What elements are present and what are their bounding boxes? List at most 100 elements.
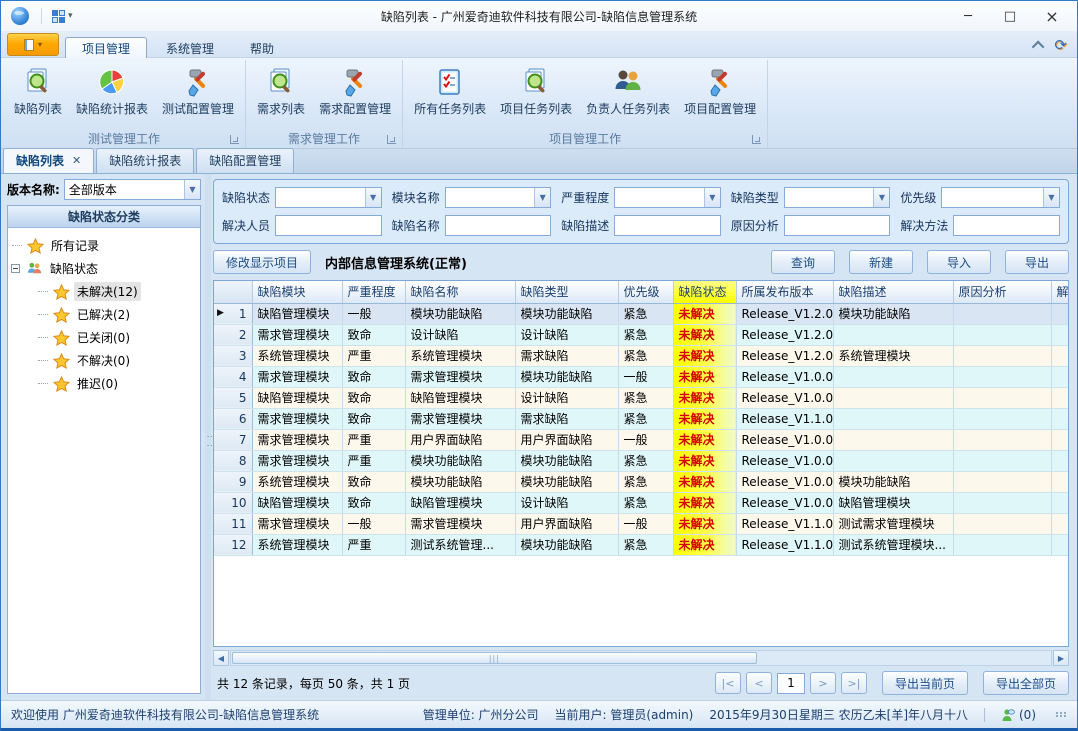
table-row[interactable]: 2需求管理模块致命设计缺陷设计缺陷紧急未解决Release_V1.2.0 — [214, 324, 1069, 345]
column-header-5[interactable]: 缺陷状态 — [673, 281, 736, 303]
table-row[interactable]: 11需求管理模块一般需求管理模块用户界面缺陷一般未解决Release_V1.1.… — [214, 513, 1069, 534]
tree-node-0[interactable]: 所有记录 — [10, 234, 198, 257]
table-row[interactable]: 12系统管理模块严重测试系统管理...模块功能缺陷紧急未解决Release_V1… — [214, 534, 1069, 555]
version-combobox[interactable]: 全部版本 ▼ — [64, 179, 201, 200]
quick-access-toolbar[interactable]: ▾ — [48, 8, 77, 25]
column-header-9[interactable]: 解决方法 — [1051, 281, 1069, 303]
table-row[interactable]: 8需求管理模块严重模块功能缺陷模块功能缺陷紧急未解决Release_V1.0.0 — [214, 450, 1069, 471]
ribbon-button[interactable]: 需求配置管理 — [312, 62, 398, 119]
chevron-down-icon[interactable]: ▼ — [704, 188, 720, 207]
filter-text-input[interactable] — [446, 188, 535, 207]
page-number-input[interactable] — [777, 673, 805, 694]
table-row[interactable]: 7需求管理模块严重用户界面缺陷用户界面缺陷一般未解决Release_V1.0.0 — [214, 429, 1069, 450]
scroll-left-icon[interactable]: ◀ — [213, 650, 229, 666]
chevron-down-icon[interactable]: ▼ — [365, 188, 381, 207]
filter-input[interactable] — [953, 215, 1060, 236]
filter-combobox[interactable]: ▼ — [614, 187, 721, 208]
dialog-launcher-icon[interactable] — [752, 135, 761, 144]
app-menu-button[interactable]: ▾ — [7, 33, 59, 56]
filter-combobox[interactable]: ▼ — [275, 187, 382, 208]
first-page-button[interactable]: |< — [715, 672, 741, 694]
tree-node-5[interactable]: 不解决(0) — [10, 349, 198, 372]
filter-text-input[interactable] — [446, 216, 551, 235]
chevron-down-icon[interactable]: ▼ — [534, 188, 550, 207]
column-header-1[interactable]: 严重程度 — [342, 281, 405, 303]
table-row[interactable]: 9系统管理模块致命模块功能缺陷模块功能缺陷紧急未解决Release_V1.0.0… — [214, 471, 1069, 492]
refresh-icon[interactable]: ⟳ — [1054, 38, 1067, 53]
table-row[interactable]: 4需求管理模块致命需求管理模块模块功能缺陷一般未解决Release_V1.0.0 — [214, 366, 1069, 387]
new-button[interactable]: 新建 — [849, 250, 913, 274]
filter-input[interactable] — [275, 215, 382, 236]
modify-columns-button[interactable]: 修改显示项目 — [213, 250, 311, 274]
export-current-page-button[interactable]: 导出当前页 — [882, 671, 968, 695]
import-button[interactable]: 导入 — [927, 250, 991, 274]
ribbon-button[interactable]: 需求列表 — [250, 62, 312, 119]
dialog-launcher-icon[interactable] — [387, 135, 396, 144]
collapse-ribbon-icon[interactable] — [1032, 41, 1045, 54]
tree-node-1[interactable]: 缺陷状态 — [10, 257, 198, 280]
ribbon-button[interactable]: 缺陷列表 — [7, 62, 69, 119]
ribbon-button[interactable]: 所有任务列表 — [407, 62, 493, 119]
table-row[interactable]: 10缺陷管理模块致命缺陷管理模块设计缺陷紧急未解决Release_V1.0.0缺… — [214, 492, 1069, 513]
table-row[interactable]: ▶1缺陷管理模块一般模块功能缺陷模块功能缺陷紧急未解决Release_V1.2.… — [214, 303, 1069, 324]
query-button[interactable]: 查询 — [771, 250, 835, 274]
doc-tab-1[interactable]: 缺陷统计报表 — [96, 148, 194, 173]
dialog-launcher-icon[interactable] — [230, 135, 239, 144]
filter-text-input[interactable] — [942, 188, 1043, 207]
tree-node-4[interactable]: 已关闭(0) — [10, 326, 198, 349]
ribbon-button[interactable]: 项目任务列表 — [493, 62, 579, 119]
collapse-icon[interactable] — [11, 264, 20, 273]
next-page-button[interactable]: > — [810, 672, 836, 694]
ribbon-button[interactable]: 负责人任务列表 — [579, 62, 677, 119]
chevron-down-icon[interactable]: ▼ — [873, 188, 889, 207]
resize-grip[interactable] — [1056, 712, 1067, 717]
messenger-icon[interactable] — [1001, 708, 1015, 722]
ribbon-button[interactable]: 缺陷统计报表 — [69, 62, 155, 119]
column-header-3[interactable]: 缺陷类型 — [515, 281, 618, 303]
filter-combobox[interactable]: ▼ — [941, 187, 1060, 208]
filter-text-input[interactable] — [785, 216, 890, 235]
tree-node-3[interactable]: 已解决(2) — [10, 303, 198, 326]
filter-text-input[interactable] — [954, 216, 1059, 235]
doc-tab-0[interactable]: 缺陷列表✕ — [3, 148, 94, 173]
filter-combobox[interactable]: ▼ — [784, 187, 891, 208]
filter-input[interactable] — [445, 215, 552, 236]
column-header-8[interactable]: 原因分析 — [953, 281, 1051, 303]
filter-text-input[interactable] — [276, 216, 381, 235]
tree-node-2[interactable]: 未解决(12) — [10, 280, 198, 303]
filter-text-input[interactable] — [615, 216, 720, 235]
export-all-pages-button[interactable]: 导出全部页 — [983, 671, 1069, 695]
doc-tab-2[interactable]: 缺陷配置管理 — [196, 148, 294, 173]
filter-combobox[interactable]: ▼ — [445, 187, 552, 208]
scrollbar-track[interactable]: ||| — [230, 650, 1052, 666]
column-header-4[interactable]: 优先级 — [618, 281, 673, 303]
last-page-button[interactable]: >| — [841, 672, 867, 694]
table-row[interactable]: 3系统管理模块严重系统管理模块需求缺陷紧急未解决Release_V1.2.0系统… — [214, 345, 1069, 366]
export-button[interactable]: 导出 — [1005, 250, 1069, 274]
column-header-6[interactable]: 所属发布版本 — [736, 281, 833, 303]
ribbon-button[interactable]: 测试配置管理 — [155, 62, 241, 119]
chevron-down-icon[interactable]: ▼ — [184, 180, 200, 199]
minimize-button[interactable]: ─ — [947, 3, 989, 29]
tree-node-6[interactable]: 推迟(0) — [10, 372, 198, 395]
column-header-0[interactable]: 缺陷模块 — [252, 281, 342, 303]
column-header-2[interactable]: 缺陷名称 — [405, 281, 515, 303]
table-cell: 需求管理模块 — [252, 408, 342, 429]
filter-text-input[interactable] — [785, 188, 874, 207]
pie-chart-icon — [96, 66, 128, 98]
close-tab-icon[interactable]: ✕ — [72, 154, 81, 167]
close-button[interactable]: × — [1031, 3, 1073, 29]
filter-text-input[interactable] — [276, 188, 365, 207]
maximize-button[interactable]: □ — [989, 3, 1031, 29]
prev-page-button[interactable]: < — [746, 672, 772, 694]
table-row[interactable]: 5缺陷管理模块致命缺陷管理模块设计缺陷紧急未解决Release_V1.0.0 — [214, 387, 1069, 408]
filter-input[interactable] — [614, 215, 721, 236]
chevron-down-icon[interactable]: ▼ — [1043, 188, 1059, 207]
scroll-right-icon[interactable]: ▶ — [1053, 650, 1069, 666]
ribbon-button[interactable]: 项目配置管理 — [677, 62, 763, 119]
filter-text-input[interactable] — [615, 188, 704, 207]
filter-input[interactable] — [784, 215, 891, 236]
table-row[interactable]: 6需求管理模块致命需求管理模块需求缺陷紧急未解决Release_V1.1.0 — [214, 408, 1069, 429]
scrollbar-thumb[interactable]: ||| — [232, 652, 757, 664]
column-header-7[interactable]: 缺陷描述 — [833, 281, 953, 303]
